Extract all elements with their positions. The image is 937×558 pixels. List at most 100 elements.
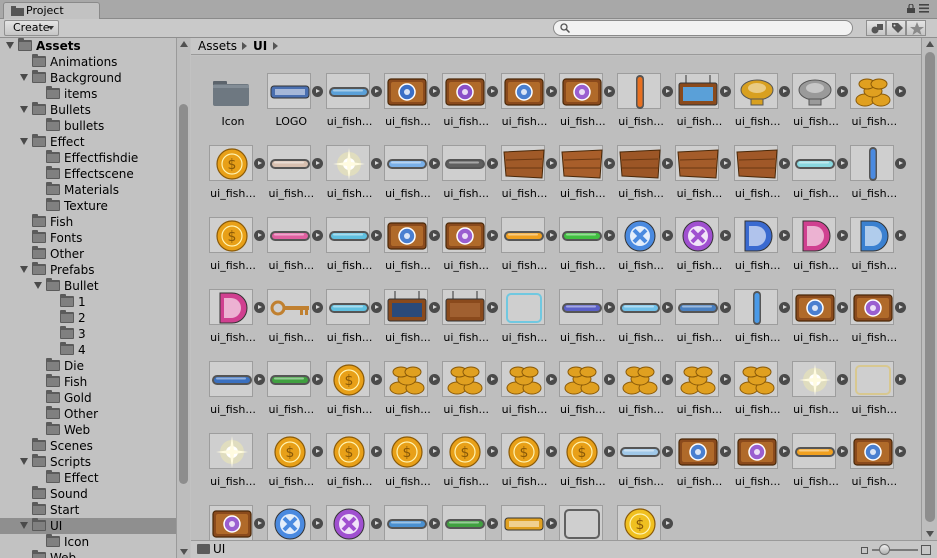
- asset-item[interactable]: ui_fish...: [495, 350, 557, 420]
- asset-item[interactable]: ui_fish...: [611, 62, 674, 132]
- tree-item-other[interactable]: Other: [0, 246, 176, 262]
- breadcrumb-item-ui[interactable]: UI: [253, 38, 267, 54]
- tree-item-prefabs[interactable]: Prefabs: [0, 262, 176, 278]
- asset-item[interactable]: $ ui_fish...: [320, 422, 382, 492]
- tree-item-scripts[interactable]: Scripts: [0, 454, 176, 470]
- filter-by-label-button[interactable]: [886, 20, 906, 36]
- asset-item[interactable]: ui_fish...: [320, 134, 382, 204]
- asset-item[interactable]: ui_fish...: [844, 278, 907, 348]
- asset-item[interactable]: ui_fish...: [844, 350, 907, 420]
- expand-sprites-arrow-icon[interactable]: [895, 374, 907, 385]
- tree-item-effect[interactable]: Effect: [0, 470, 176, 486]
- asset-item[interactable]: ui_fish...: [611, 134, 674, 204]
- tree-item-scenes[interactable]: Scenes: [0, 438, 176, 454]
- tab-project[interactable]: Project: [3, 2, 100, 19]
- asset-item[interactable]: [553, 494, 611, 540]
- asset-folder-icon-item[interactable]: Icon: [203, 62, 261, 132]
- menu-icon[interactable]: [919, 4, 929, 13]
- asset-item[interactable]: ui_fish...: [844, 422, 907, 492]
- asset-item[interactable]: ui_fish...: [611, 422, 674, 492]
- asset-item[interactable]: ui_fish...: [378, 206, 440, 276]
- asset-item[interactable]: $ ui_fish...: [261, 422, 324, 492]
- asset-item[interactable]: ui_fish...: [261, 278, 324, 348]
- tree-item-other[interactable]: Other: [0, 406, 176, 422]
- expand-arrow-icon[interactable]: [34, 282, 42, 289]
- asset-item[interactable]: $ ui_fish...: [320, 350, 382, 420]
- expand-arrow-icon[interactable]: [20, 522, 28, 529]
- tree-item-items[interactable]: items: [0, 86, 176, 102]
- asset-item[interactable]: ui_fish...: [553, 206, 615, 276]
- asset-item[interactable]: ui_fish...: [553, 62, 615, 132]
- breadcrumb-item-assets[interactable]: Assets: [198, 38, 237, 54]
- asset-item[interactable]: [203, 494, 265, 540]
- asset-item[interactable]: ui_fish...: [728, 206, 790, 276]
- expand-sprites-arrow-icon[interactable]: [895, 86, 907, 97]
- asset-item[interactable]: ui_fish...: [495, 62, 557, 132]
- asset-item[interactable]: ui_fish...: [669, 278, 732, 348]
- tree-item-2[interactable]: 2: [0, 310, 176, 326]
- tree-item-bullets[interactable]: Bullets: [0, 102, 176, 118]
- scroll-up-arrow-icon[interactable]: [926, 41, 934, 47]
- asset-item[interactable]: ui_fish...: [320, 278, 382, 348]
- asset-item[interactable]: ui_fish...: [669, 134, 732, 204]
- scroll-thumb[interactable]: [179, 104, 188, 484]
- asset-item[interactable]: ui_fish...: [786, 62, 848, 132]
- asset-item[interactable]: ui_fish...: [786, 350, 848, 420]
- tree-item-bullet[interactable]: Bullet: [0, 278, 176, 294]
- asset-item[interactable]: ui_fish...: [203, 350, 265, 420]
- asset-item[interactable]: ui_fish...: [320, 206, 382, 276]
- asset-item[interactable]: ui_fish...: [553, 278, 615, 348]
- asset-item[interactable]: ui_fish...: [728, 278, 790, 348]
- tree-item-gold[interactable]: Gold: [0, 390, 176, 406]
- tree-item-texture[interactable]: Texture: [0, 198, 176, 214]
- zoom-slider-handle[interactable]: [879, 544, 890, 555]
- scroll-down-arrow-icon[interactable]: [180, 549, 188, 555]
- expand-arrow-icon[interactable]: [20, 266, 28, 273]
- tree-item-fish[interactable]: Fish: [0, 214, 176, 230]
- asset-item[interactable]: ui_fish...: [844, 206, 907, 276]
- asset-item[interactable]: ui_fish...: [844, 134, 907, 204]
- asset-item[interactable]: ui_fish...: [553, 350, 615, 420]
- asset-item[interactable]: ui_fish...: [669, 422, 732, 492]
- asset-item[interactable]: ui_fish...: [786, 134, 848, 204]
- expand-arrow-icon[interactable]: [20, 458, 28, 465]
- create-button[interactable]: Create: [4, 20, 59, 36]
- asset-item[interactable]: ui_fish...: [436, 62, 499, 132]
- tree-item-start[interactable]: Start: [0, 502, 176, 518]
- asset-item[interactable]: [436, 494, 499, 540]
- scroll-thumb[interactable]: [925, 52, 935, 522]
- asset-item[interactable]: $ ui_fish...: [203, 206, 265, 276]
- asset-grid-scrollbar[interactable]: [921, 38, 937, 540]
- asset-item[interactable]: ui_fish...: [728, 422, 790, 492]
- asset-item[interactable]: ui_fish...: [261, 350, 324, 420]
- expand-sprites-arrow-icon[interactable]: [895, 446, 907, 457]
- asset-item[interactable]: ui_fish...: [786, 206, 848, 276]
- tree-item-background[interactable]: Background: [0, 70, 176, 86]
- tree-item-ui[interactable]: UI: [0, 518, 176, 534]
- expand-sprites-arrow-icon[interactable]: [662, 518, 674, 529]
- asset-item[interactable]: $: [611, 494, 674, 540]
- tree-item-effectscene[interactable]: Effectscene: [0, 166, 176, 182]
- asset-item[interactable]: [261, 494, 324, 540]
- folder-tree-scrollbar[interactable]: [176, 38, 190, 558]
- asset-item[interactable]: ui_fish...: [553, 134, 615, 204]
- asset-item[interactable]: ui_fish...: [728, 134, 790, 204]
- asset-item[interactable]: ui_fish...: [203, 422, 261, 492]
- asset-item[interactable]: [378, 494, 440, 540]
- asset-item[interactable]: ui_fish...: [436, 278, 499, 348]
- asset-item[interactable]: ui_fish...: [261, 134, 324, 204]
- scroll-down-arrow-icon[interactable]: [926, 531, 934, 537]
- asset-item[interactable]: ui_fish...: [378, 278, 440, 348]
- expand-sprites-arrow-icon[interactable]: [895, 158, 907, 169]
- asset-item[interactable]: ui_fish...: [844, 62, 907, 132]
- asset-item[interactable]: ui_fish...: [261, 206, 324, 276]
- asset-item[interactable]: ui_fish...: [495, 206, 557, 276]
- tree-item-effectfishdie[interactable]: Effectfishdie: [0, 150, 176, 166]
- asset-item[interactable]: ui_fish...: [728, 62, 790, 132]
- tree-item-assets[interactable]: Assets: [0, 38, 176, 54]
- search-input[interactable]: [574, 21, 844, 35]
- asset-item[interactable]: ui_fish...: [495, 278, 553, 348]
- asset-item[interactable]: ui_fish...: [611, 278, 674, 348]
- asset-item[interactable]: ui_fish...: [378, 350, 440, 420]
- tree-item-fish[interactable]: Fish: [0, 374, 176, 390]
